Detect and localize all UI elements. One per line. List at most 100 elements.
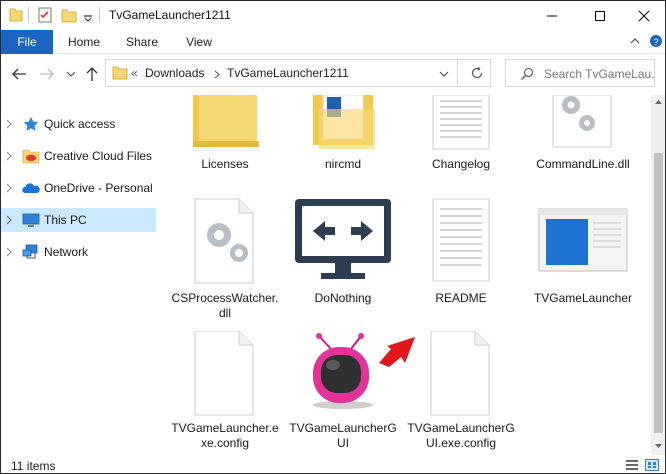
up-arrow-icon [86, 67, 98, 81]
properties-checklist-icon[interactable] [37, 7, 53, 23]
tab-file[interactable]: File [1, 30, 53, 54]
blank-document-icon [430, 331, 490, 416]
minimize-icon [547, 15, 557, 16]
file-item-tvgamelaunchergui-exe-config[interactable]: TVGameLauncherGUI.exe.config [407, 331, 515, 455]
file-label: Changelog [431, 157, 491, 171]
text-document-icon [432, 198, 490, 282]
file-label: CommandLine.dll [536, 157, 630, 171]
chevron-right-icon[interactable] [6, 183, 13, 193]
search-input[interactable]: Search TvGameLau... [544, 67, 654, 81]
forward-arrow-icon [40, 68, 54, 80]
dll-gears-icon [552, 95, 612, 148]
nav-item-network[interactable]: Network [1, 240, 156, 264]
file-item-tvgamelauncher[interactable]: TVGameLauncher [529, 197, 637, 327]
tab-view[interactable]: View [177, 30, 221, 54]
creative-cloud-folder-icon [22, 149, 40, 164]
dll-gears-icon [194, 198, 254, 284]
text-document-icon [432, 95, 490, 150]
close-button[interactable] [621, 1, 665, 30]
address-bar[interactable]: « Downloads TvGameLauncher1211 [105, 59, 491, 87]
pc-monitor-icon [22, 213, 40, 227]
nav-item-label: Creative Cloud Files [44, 149, 153, 163]
scrollbar-thumb[interactable] [654, 153, 663, 433]
file-item-readme[interactable]: README [407, 197, 515, 327]
nav-item-this-pc[interactable]: This PC [1, 208, 156, 232]
svg-text:?: ? [653, 37, 658, 47]
scroll-down-icon[interactable] [654, 443, 663, 449]
nav-item-label: Network [44, 245, 89, 259]
file-item-csprocesswatcher-dll[interactable]: CSProcessWatcher.dll [171, 197, 279, 327]
file-item-changelog[interactable]: Changelog [407, 95, 515, 185]
item-count: 11 items [11, 459, 56, 473]
folder-icon [193, 95, 259, 147]
nav-item-quick-access[interactable]: Quick access [1, 112, 156, 136]
folder-icon [9, 8, 23, 22]
breadcrumb-separator-icon[interactable] [214, 70, 220, 79]
file-item-tvgamelaunchergui[interactable]: TVGameLauncherGUI [289, 331, 415, 455]
file-item-nircmd[interactable]: nircmd [289, 95, 397, 185]
breadcrumb-downloads[interactable]: Downloads [145, 66, 204, 80]
file-item-donothing[interactable]: DoNothing [289, 197, 397, 327]
file-label: CSProcessWatcher.dll [171, 291, 279, 320]
forward-button[interactable] [37, 64, 57, 84]
nav-item-label: Quick access [44, 117, 116, 131]
chevron-right-icon[interactable] [6, 215, 13, 225]
chevron-down-icon [66, 71, 76, 77]
details-view-icon[interactable] [625, 459, 639, 471]
vertical-scrollbar[interactable] [651, 95, 665, 455]
folder-icon [112, 66, 128, 80]
folder-with-document-icon [313, 95, 375, 149]
search-box[interactable]: Search TvGameLau... [505, 59, 655, 87]
file-item-tvgamelauncher-exe-config[interactable]: TVGameLauncher.exe.config [171, 331, 279, 455]
status-bar: 11 items [1, 456, 665, 473]
customize-toolbar-chevron-icon[interactable] [83, 11, 93, 27]
scroll-up-icon[interactable] [654, 99, 663, 105]
file-list: Licenses nircmd Changelog CommandLine.dl… [161, 95, 649, 455]
file-label: TVGameLauncherGUI.exe.config [407, 421, 515, 450]
window-title: TvGameLauncher1211 [109, 8, 231, 22]
nav-item-onedrive[interactable]: OneDrive - Personal [1, 176, 156, 200]
ribbon: File Home Share View ? [1, 30, 665, 54]
file-label: TVGameLauncher [533, 291, 633, 305]
file-label: TVGameLauncherGUI [289, 421, 397, 450]
file-item-commandline-dll[interactable]: CommandLine.dll [529, 95, 637, 185]
minimize-button[interactable] [529, 1, 575, 30]
maximize-button[interactable] [577, 1, 623, 30]
breadcrumb-overflow-icon[interactable]: « [131, 66, 138, 80]
nav-item-label: OneDrive - Personal [44, 181, 153, 195]
maximize-icon [595, 10, 605, 21]
title-bar: TvGameLauncher1211 [1, 1, 665, 30]
blank-document-icon [194, 331, 254, 416]
tab-share[interactable]: Share [119, 30, 165, 54]
window-thumbnail-icon [538, 208, 628, 272]
large-icons-view-icon[interactable] [645, 459, 659, 471]
refresh-icon[interactable] [470, 66, 484, 80]
file-label: Licenses [201, 157, 249, 171]
address-history-chevron-icon[interactable] [439, 70, 449, 78]
new-folder-icon[interactable] [61, 7, 77, 23]
up-button[interactable] [82, 64, 102, 84]
monitor-arrows-icon [295, 199, 391, 279]
close-icon [638, 10, 650, 21]
nav-item-creative-cloud[interactable]: Creative Cloud Files [1, 144, 156, 168]
file-label: DoNothing [314, 291, 372, 305]
file-label: nircmd [324, 157, 361, 171]
file-item-licenses[interactable]: Licenses [171, 95, 279, 185]
back-button[interactable] [9, 64, 29, 84]
nav-item-label: This PC [44, 213, 87, 227]
breadcrumb-current-folder[interactable]: TvGameLauncher1211 [227, 66, 349, 80]
back-arrow-icon [12, 68, 26, 80]
star-icon [23, 117, 39, 131]
search-icon [521, 67, 534, 80]
file-label: README [435, 291, 487, 305]
file-label: TVGameLauncher.exe.config [171, 421, 279, 450]
tab-home[interactable]: Home [61, 30, 107, 54]
chevron-right-icon[interactable] [6, 119, 13, 129]
recent-locations-button[interactable] [61, 64, 81, 84]
onedrive-cloud-icon [22, 183, 40, 193]
chevron-right-icon[interactable] [6, 151, 13, 161]
explorer-window: TvGameLauncher1211 File Home Share View … [0, 0, 666, 474]
help-icon[interactable]: ? [649, 34, 663, 48]
chevron-right-icon[interactable] [6, 247, 13, 257]
expand-ribbon-chevron-icon[interactable] [629, 35, 641, 47]
